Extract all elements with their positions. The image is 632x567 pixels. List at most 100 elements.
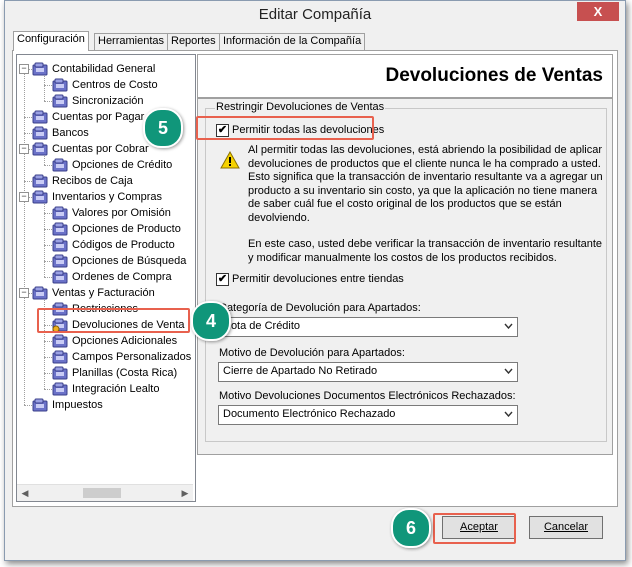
- close-button[interactable]: X: [577, 2, 619, 21]
- cancel-label: Cancelar: [543, 521, 589, 533]
- tree-collapse-icon[interactable]: −: [19, 144, 29, 154]
- tree-item-label[interactable]: Campos Personalizados: [72, 349, 191, 365]
- tree-horizontal-scrollbar[interactable]: ◀ ▶: [17, 484, 193, 501]
- settings-node-icon: [52, 206, 68, 220]
- chevron-down-icon[interactable]: [504, 323, 513, 329]
- tree-item-label[interactable]: Cuentas por Cobrar: [52, 141, 149, 157]
- tree-connector: [44, 229, 52, 230]
- tree-item-label[interactable]: Bancos: [52, 125, 89, 141]
- settings-node-icon: [52, 222, 68, 236]
- tree-item-label[interactable]: Integración Lealto: [72, 381, 159, 397]
- settings-node-icon: [52, 366, 68, 380]
- tree-connector: [44, 309, 52, 310]
- tree-item-label[interactable]: Recibos de Caja: [52, 173, 133, 189]
- einvoice-select[interactable]: Documento Electrónico Rechazado: [218, 405, 518, 425]
- tree-item-label[interactable]: Impuestos: [52, 397, 103, 413]
- tree-connector: [24, 181, 32, 182]
- window-title: Editar Compañía: [258, 6, 372, 23]
- settings-node-icon: [32, 110, 48, 124]
- accept-label: Aceptar: [460, 521, 498, 533]
- tree-item-label[interactable]: Cuentas por Pagar: [52, 109, 144, 125]
- settings-node-icon: [32, 398, 48, 412]
- tree-connector: [44, 213, 52, 214]
- tree-connector: [44, 341, 52, 342]
- category-select[interactable]: Nota de Crédito: [218, 317, 518, 337]
- tab-configuracion[interactable]: Configuración: [13, 31, 89, 51]
- checkbox-checked-icon[interactable]: ✔: [216, 124, 229, 137]
- settings-node-icon: [52, 350, 68, 364]
- settings-node-icon: [52, 238, 68, 252]
- tree-item-label[interactable]: Inventarios y Compras: [52, 189, 162, 205]
- tree-connector: [24, 117, 32, 118]
- tree-item-label[interactable]: Restricciones: [72, 301, 138, 317]
- settings-node-icon: [32, 62, 48, 76]
- group-title: Restringir Devoluciones de Ventas: [215, 101, 386, 113]
- scroll-left-icon[interactable]: ◀: [17, 485, 33, 501]
- settings-selected-icon: [52, 318, 68, 333]
- cancel-button[interactable]: Cancelar: [529, 516, 603, 539]
- settings-panel: Devoluciones de Ventas Restringir Devolu…: [197, 54, 613, 500]
- settings-node-icon: [32, 190, 48, 204]
- warning-text: Al permitir todas las devoluciones, está…: [248, 144, 603, 224]
- tree-connector: [44, 373, 52, 374]
- settings-node-icon: [52, 334, 68, 348]
- accept-button[interactable]: Aceptar: [442, 516, 516, 539]
- checkbox-checked-icon[interactable]: ✔: [216, 273, 229, 286]
- settings-node-icon: [52, 158, 68, 172]
- category-value: Nota de Crédito: [223, 320, 301, 332]
- chevron-down-icon[interactable]: [504, 411, 513, 417]
- tree-connector: [44, 261, 52, 262]
- tree-item-label[interactable]: Opciones de Búsqueda: [72, 253, 186, 269]
- allow-between-stores-label[interactable]: Permitir devoluciones entre tiendas: [232, 272, 404, 286]
- allow-all-returns-label[interactable]: Permitir todas las devoluciones: [232, 123, 384, 137]
- chevron-down-icon[interactable]: [504, 368, 513, 374]
- tree-item-label[interactable]: Sincronización: [72, 93, 144, 109]
- tree-item-label[interactable]: Opciones Adicionales: [72, 333, 177, 349]
- tree-item-label[interactable]: Valores por Omisión: [72, 205, 171, 221]
- tree-connector: [44, 85, 52, 86]
- settings-node-icon: [52, 382, 68, 396]
- tab-panel: Contabilidad General − Centros de Costo Sin…: [12, 50, 618, 507]
- callout-badge-5: 5: [143, 108, 183, 148]
- einvoice-label: Motivo Devoluciones Documentos Electróni…: [219, 390, 516, 402]
- tree-item-label[interactable]: Contabilidad General: [52, 61, 155, 77]
- reason-label: Motivo de Devolución para Apartados:: [219, 347, 405, 359]
- tree-connector: [24, 133, 32, 134]
- scroll-right-icon[interactable]: ▶: [177, 485, 193, 501]
- tree-item-label[interactable]: Códigos de Producto: [72, 237, 175, 253]
- tree-connector: [24, 405, 32, 406]
- tree-item-label[interactable]: Opciones de Producto: [72, 221, 181, 237]
- settings-node-icon: [32, 174, 48, 188]
- tree-collapse-icon[interactable]: −: [19, 192, 29, 202]
- tree-connector: [44, 325, 52, 326]
- tab-informacion-compania[interactable]: Información de la Compañía: [219, 33, 366, 50]
- panel-header: Devoluciones de Ventas: [197, 54, 613, 98]
- reason-select[interactable]: Cierre de Apartado No Retirado: [218, 362, 518, 382]
- tree-collapse-icon[interactable]: −: [19, 64, 29, 74]
- tree-connector: [44, 101, 52, 102]
- tree-connector: [44, 357, 52, 358]
- settings-node-icon: [52, 94, 68, 108]
- callout-badge-4: 4: [191, 301, 231, 341]
- tree-collapse-icon[interactable]: −: [19, 288, 29, 298]
- category-label: Categoría de Devolución para Apartados:: [219, 302, 421, 314]
- tree-item-label[interactable]: Ordenes de Compra: [72, 269, 172, 285]
- tree-item-label[interactable]: Opciones de Crédito: [72, 157, 172, 173]
- tree-connector: [44, 204, 45, 277]
- panel-title: Devoluciones de Ventas: [385, 65, 603, 86]
- reason-value: Cierre de Apartado No Retirado: [223, 365, 378, 377]
- tab-herramientas[interactable]: Herramientas: [94, 33, 169, 50]
- warning-text-2: En este caso, usted debe verificar la tr…: [248, 238, 603, 264]
- tree-item-label[interactable]: Centros de Costo: [72, 77, 158, 93]
- tree-item-label[interactable]: Devoluciones de Venta: [72, 317, 185, 333]
- title-bar: Editar Compañía X: [5, 1, 625, 30]
- restrict-returns-group: Restringir Devoluciones de Ventas ✔ Perm…: [205, 101, 607, 442]
- tree-connector: [44, 156, 45, 165]
- tree-item-label[interactable]: Planillas (Costa Rica): [72, 365, 177, 381]
- tree-connector: [44, 165, 52, 166]
- scroll-thumb[interactable]: [83, 488, 121, 498]
- tab-reportes[interactable]: Reportes: [167, 33, 220, 50]
- settings-node-icon: [52, 302, 68, 316]
- tree-item-label[interactable]: Ventas y Facturación: [52, 285, 155, 301]
- panel-content: Restringir Devoluciones de Ventas ✔ Perm…: [197, 98, 613, 455]
